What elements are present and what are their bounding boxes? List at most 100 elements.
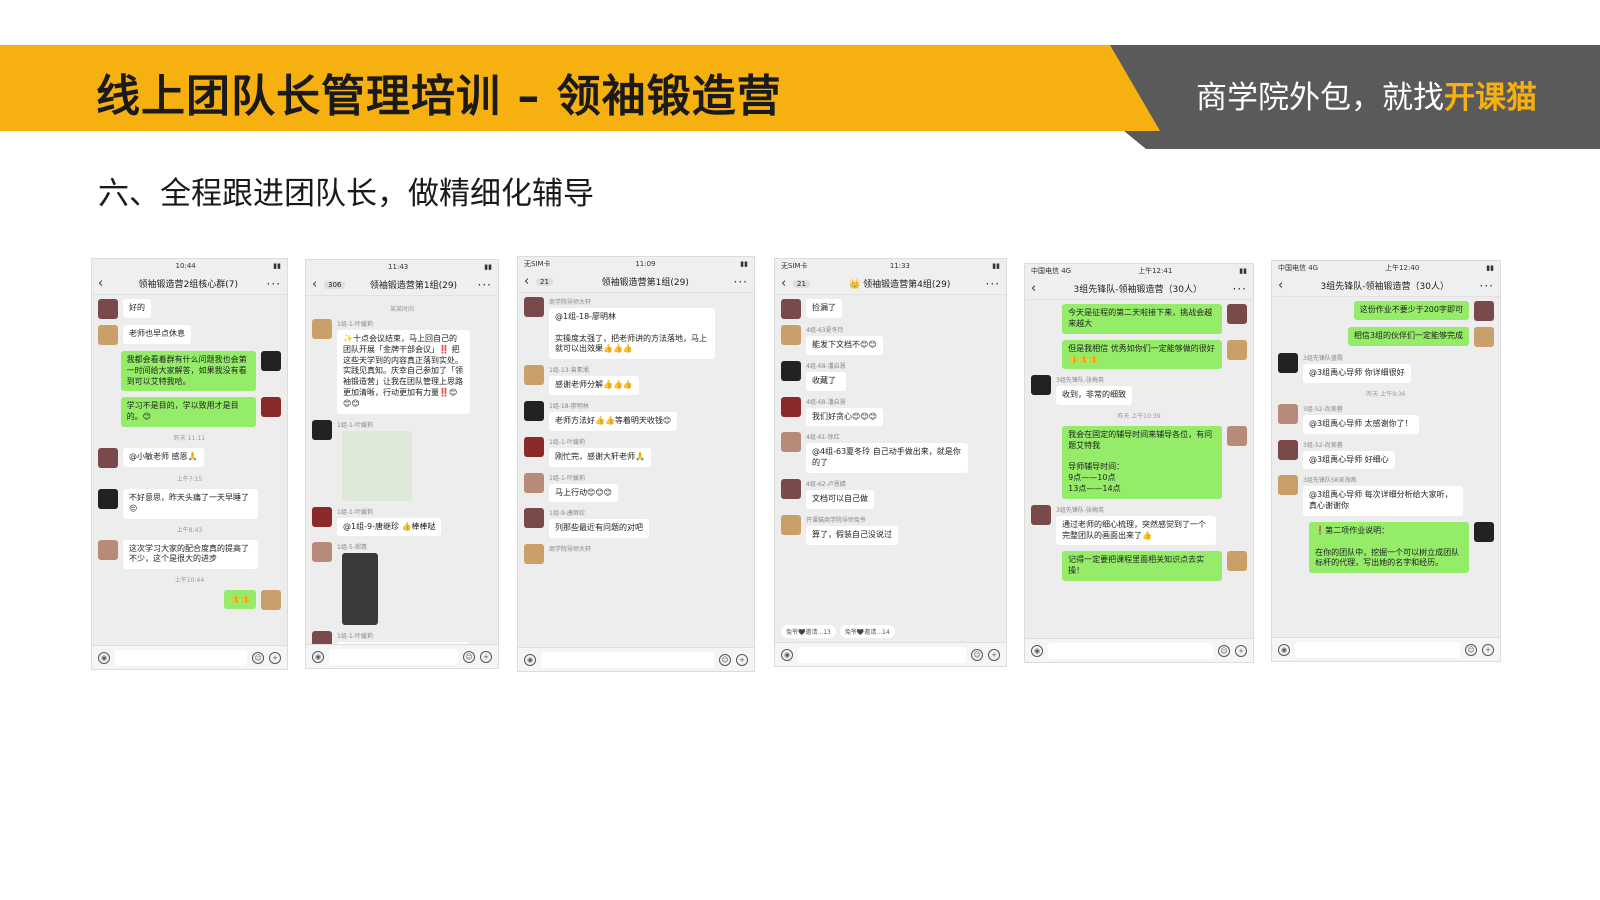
avatar[interactable]: [1474, 521, 1494, 542]
avatar[interactable]: [781, 299, 801, 319]
avatar[interactable]: [524, 365, 544, 386]
message-input[interactable]: [1295, 641, 1460, 658]
back-icon[interactable]: ‹: [98, 276, 110, 291]
avatar[interactable]: [781, 360, 801, 381]
avatar[interactable]: [524, 472, 544, 493]
mention-chip[interactable]: 兔爷🖤邀请...13: [781, 625, 836, 638]
message-bubble[interactable]: 能发下文档不😊😊: [806, 336, 883, 355]
message-bubble[interactable]: @3组禹心导师 太感谢你了！: [1303, 414, 1419, 434]
emoji-icon[interactable]: ☺: [463, 650, 475, 663]
emoji-icon[interactable]: ☺: [1218, 644, 1230, 657]
mention-chip[interactable]: 兔爷🖤邀请...14: [839, 625, 895, 638]
message-bubble[interactable]: 算了，假装自己没说过: [806, 525, 898, 545]
message-bubble[interactable]: 文档可以自己做: [806, 489, 874, 509]
avatar[interactable]: [312, 542, 332, 563]
message-bubble[interactable]: 通过老师的细心梳理，突然感觉到了一个完整团队的画面出来了👍: [1056, 515, 1216, 546]
avatar[interactable]: [98, 325, 118, 345]
plus-icon[interactable]: +: [988, 648, 1000, 661]
message-input[interactable]: [798, 646, 966, 663]
voice-icon[interactable]: ◉: [98, 651, 110, 664]
avatar[interactable]: [1278, 403, 1298, 424]
avatar[interactable]: [1278, 475, 1298, 496]
emoji-icon[interactable]: ☺: [252, 651, 264, 664]
avatar[interactable]: [312, 506, 332, 527]
avatar[interactable]: [524, 297, 544, 317]
message-bubble[interactable]: 我会在固定的辅导时间来辅导各位，有问题艾特我 导师辅导时间： 9点——10点 1…: [1062, 425, 1222, 499]
more-icon[interactable]: ···: [478, 278, 492, 292]
plus-icon[interactable]: +: [480, 650, 492, 663]
unread-count-badge[interactable]: 21: [793, 279, 810, 288]
plus-icon[interactable]: +: [1235, 644, 1247, 657]
shared-image[interactable]: [342, 430, 412, 501]
unread-count-badge[interactable]: 306: [324, 280, 346, 289]
message-bubble[interactable]: @3组禹心导师 你详细很好: [1303, 364, 1411, 383]
back-icon[interactable]: ‹: [1031, 281, 1043, 296]
emoji-icon[interactable]: ☺: [971, 648, 983, 661]
avatar[interactable]: [261, 351, 281, 371]
avatar[interactable]: [781, 396, 801, 417]
message-bubble[interactable]: @3组禹心导师 好细心: [1303, 450, 1395, 470]
avatar[interactable]: [781, 432, 801, 453]
message-bubble[interactable]: 老师方法好👍👍等着明天收钱😊: [549, 411, 678, 431]
message-bubble[interactable]: 记得一定要把课程里面相关知识点去实操！: [1062, 551, 1222, 581]
message-bubble[interactable]: 但是我相信 优秀如你们一定能够做的很好👍👍👍: [1062, 339, 1222, 370]
message-bubble[interactable]: 相信3组的伙伴们一定能够完成: [1347, 327, 1469, 346]
back-icon[interactable]: ‹: [312, 277, 324, 292]
avatar[interactable]: [1031, 375, 1051, 396]
avatar[interactable]: [1227, 339, 1247, 360]
back-icon[interactable]: ‹: [524, 274, 536, 289]
avatar[interactable]: [524, 544, 544, 565]
more-icon[interactable]: ···: [1480, 279, 1494, 293]
more-icon[interactable]: ···: [1233, 282, 1247, 296]
avatar[interactable]: [1474, 301, 1494, 321]
avatar[interactable]: [1278, 353, 1298, 373]
voice-icon[interactable]: ◉: [524, 653, 536, 666]
avatar[interactable]: [312, 419, 332, 440]
message-bubble[interactable]: 好的: [123, 299, 151, 318]
message-bubble[interactable]: 这次学习大家的配合度真的提高了不少，这个是很大的进步: [123, 539, 259, 570]
message-bubble[interactable]: 感谢老师分解👍👍👍: [549, 376, 639, 395]
avatar[interactable]: [98, 488, 118, 509]
message-bubble[interactable]: 收藏了: [806, 371, 846, 391]
message-bubble[interactable]: ✨十点会议结束，马上回自己的团队开展「金牌干部会议」‼️ 把这些天学到的内容真正…: [337, 330, 471, 414]
unread-count-badge[interactable]: 21: [536, 277, 553, 286]
avatar[interactable]: [1227, 304, 1247, 324]
message-bubble[interactable]: 捡漏了: [806, 299, 842, 318]
message-bubble[interactable]: 马上行动😊😊😊: [549, 483, 619, 503]
plus-icon[interactable]: +: [736, 653, 748, 666]
more-icon[interactable]: ···: [267, 277, 281, 291]
message-bubble[interactable]: 👍👍: [224, 590, 256, 609]
plus-icon[interactable]: +: [1482, 643, 1494, 656]
message-input[interactable]: [1048, 642, 1213, 659]
message-bubble[interactable]: ❗第二项作业说明： 在你的团队中，挖掘一个可以树立成团队标杆的代理，写出她的名字…: [1309, 521, 1469, 574]
message-bubble[interactable]: 今天是征程的第二天啦接下来，挑战会越来越大: [1062, 304, 1222, 334]
message-bubble[interactable]: 不好意思，昨天头痛了一天早睡了😔: [123, 488, 259, 519]
message-bubble[interactable]: 这份作业不要少于200字即可: [1353, 301, 1469, 320]
message-bubble[interactable]: @3组禹心导师 每次详细分析给大家听，真心谢谢你: [1303, 486, 1463, 516]
more-icon[interactable]: ···: [986, 277, 1000, 291]
more-icon[interactable]: ···: [734, 275, 748, 289]
voice-icon[interactable]: ◉: [1031, 644, 1043, 657]
avatar[interactable]: [781, 478, 801, 499]
message-bubble[interactable]: 我们好贪心😊😊😊: [806, 407, 884, 427]
avatar[interactable]: [524, 508, 544, 529]
avatar[interactable]: [98, 447, 118, 468]
message-bubble[interactable]: @1组-18-廖明林 实操度太强了，把老师讲的方法落地，马上就可以出效果👍👍👍: [549, 308, 715, 360]
avatar[interactable]: [98, 539, 118, 560]
back-icon[interactable]: ‹: [781, 276, 793, 291]
avatar[interactable]: [781, 325, 801, 345]
avatar[interactable]: [524, 436, 544, 457]
message-bubble[interactable]: 收到，非常的细致: [1056, 386, 1132, 405]
voice-icon[interactable]: ◉: [781, 648, 793, 661]
message-input[interactable]: [541, 651, 714, 668]
message-bubble[interactable]: 刚忙完，感谢大轩老师🙏: [549, 447, 651, 467]
shared-image[interactable]: [342, 553, 378, 626]
message-bubble[interactable]: 学习不是目的，学以致用才是目的。😊: [120, 397, 256, 427]
message-input[interactable]: [115, 649, 247, 666]
avatar[interactable]: [312, 319, 332, 339]
emoji-icon[interactable]: ☺: [1465, 643, 1477, 656]
message-bubble[interactable]: @4组-63夏冬玲 自己动手做出来，就是你的了: [806, 443, 969, 473]
voice-icon[interactable]: ◉: [312, 650, 324, 663]
avatar[interactable]: [261, 590, 281, 611]
avatar[interactable]: [1474, 327, 1494, 347]
